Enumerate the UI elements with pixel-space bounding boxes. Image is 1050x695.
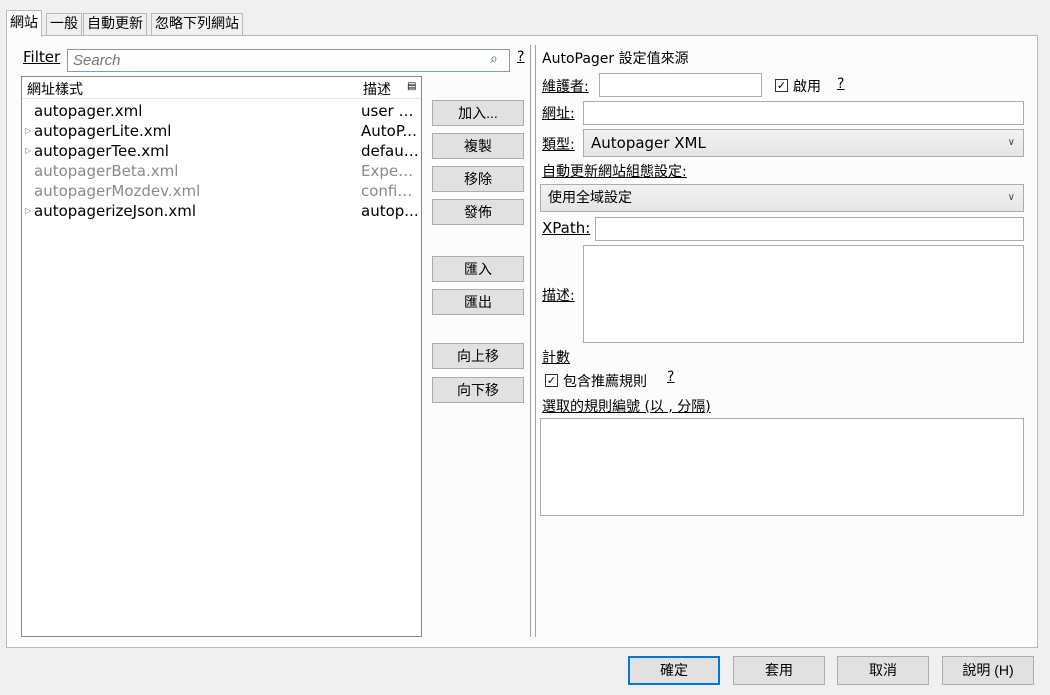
column-header-pattern[interactable]: 網址樣式 <box>27 79 83 99</box>
type-value: Autopager XML <box>591 134 706 152</box>
autoupdate-value: 使用全域設定 <box>548 190 632 206</box>
list-item-description: Experi... <box>361 162 419 180</box>
description-textarea[interactable] <box>583 245 1024 343</box>
remove-button[interactable]: 移除 <box>432 166 524 192</box>
selected-rules-label: 選取的規則編號 (以 , 分隔) <box>542 399 711 415</box>
filter-help-link[interactable]: ? <box>517 49 524 65</box>
url-label: 網址: <box>542 106 575 122</box>
include-recommended-checkbox[interactable]: ✓ <box>545 374 558 387</box>
description-label: 描述: <box>542 288 575 304</box>
tab-ignore-sites[interactable]: 忽略下列網站 <box>151 13 243 36</box>
enabled-help-link[interactable]: ? <box>837 76 844 92</box>
chevron-down-icon: ∨ <box>1007 192 1015 203</box>
site-list[interactable]: 網址樣式 描述 ▤ autopager.xml user c... ▷ autopag… <box>21 76 422 637</box>
type-label: 類型: <box>542 137 575 153</box>
maintainer-label: 維護者: <box>542 79 589 95</box>
ok-button[interactable]: 確定 <box>628 656 720 685</box>
details-title: AutoPager 設定值來源 <box>542 51 689 67</box>
list-item-description: user c... <box>361 102 419 120</box>
autoupdate-select[interactable]: 使用全域設定 ∨ <box>540 184 1024 212</box>
move-down-button[interactable]: 向下移 <box>432 377 524 403</box>
xpath-label: XPath: <box>542 219 591 237</box>
list-item-description: AutoP... <box>361 122 417 140</box>
list-item-name: autopagerizeJson.xml <box>34 202 197 220</box>
chevron-down-icon: ∨ <box>1007 137 1015 148</box>
expand-triangle-icon[interactable]: ▷ <box>25 141 31 161</box>
filter-label: Filter <box>23 48 61 66</box>
list-item[interactable]: ▷ autopagerTee.xml defaul... <box>22 141 420 161</box>
column-picker-icon[interactable]: ▤ <box>407 81 416 92</box>
list-item[interactable]: ▷ autopagerizeJson.xml autop... <box>22 201 420 221</box>
apply-button[interactable]: 套用 <box>733 656 825 685</box>
publish-button[interactable]: 發佈 <box>432 199 524 225</box>
type-select[interactable]: Autopager XML ∨ <box>583 129 1024 157</box>
url-input[interactable] <box>583 101 1024 125</box>
list-item-description: autop... <box>361 202 419 220</box>
maintainer-input[interactable] <box>599 73 762 97</box>
expand-triangle-icon[interactable]: ▷ <box>25 201 31 221</box>
tab-general[interactable]: 一般 <box>46 13 82 36</box>
import-button[interactable]: 匯入 <box>432 256 524 282</box>
list-item[interactable]: autopagerBeta.xml Experi... <box>22 161 420 181</box>
list-item-name: autopager.xml <box>34 102 143 120</box>
copy-button[interactable]: 複製 <box>432 133 524 159</box>
list-header: 網址樣式 描述 ▤ <box>22 77 421 99</box>
add-button[interactable]: 加入... <box>432 100 524 126</box>
list-item-name: autopagerLite.xml <box>34 122 172 140</box>
selected-rules-textarea[interactable] <box>540 418 1024 516</box>
xpath-input[interactable] <box>595 217 1024 241</box>
tab-sites[interactable]: 網站 <box>6 10 42 37</box>
count-label: 計數 <box>542 350 570 366</box>
list-item-name: autopagerMozdev.xml <box>34 182 201 200</box>
list-item[interactable]: ▷ autopagerLite.xml AutoP... <box>22 121 420 141</box>
column-header-description[interactable]: 描述 <box>363 79 391 99</box>
expand-triangle-icon[interactable]: ▷ <box>25 121 31 141</box>
splitter[interactable] <box>530 45 536 637</box>
export-button[interactable]: 匯出 <box>432 289 524 315</box>
list-item-name: autopagerBeta.xml <box>34 162 179 180</box>
help-button[interactable]: 說明 (H) <box>942 656 1034 685</box>
enabled-checkbox[interactable]: ✓ <box>775 79 788 92</box>
autoupdate-label: 自動更新網站組態設定: <box>542 164 687 180</box>
list-item-description: config... <box>361 182 419 200</box>
list-item[interactable]: autopagerMozdev.xml config... <box>22 181 420 201</box>
include-help-link[interactable]: ? <box>667 369 674 385</box>
search-input[interactable] <box>67 49 510 72</box>
include-recommended-label: 包含推薦規則 <box>563 374 647 390</box>
move-up-button[interactable]: 向上移 <box>432 343 524 369</box>
list-item-name: autopagerTee.xml <box>34 142 169 160</box>
tab-auto-update[interactable]: 自動更新 <box>83 13 147 36</box>
list-item[interactable]: autopager.xml user c... <box>22 101 420 121</box>
search-icon[interactable]: ⌕ <box>490 51 498 67</box>
cancel-button[interactable]: 取消 <box>837 656 929 685</box>
enabled-label: 啟用 <box>793 79 821 95</box>
list-item-description: defaul... <box>361 142 419 160</box>
